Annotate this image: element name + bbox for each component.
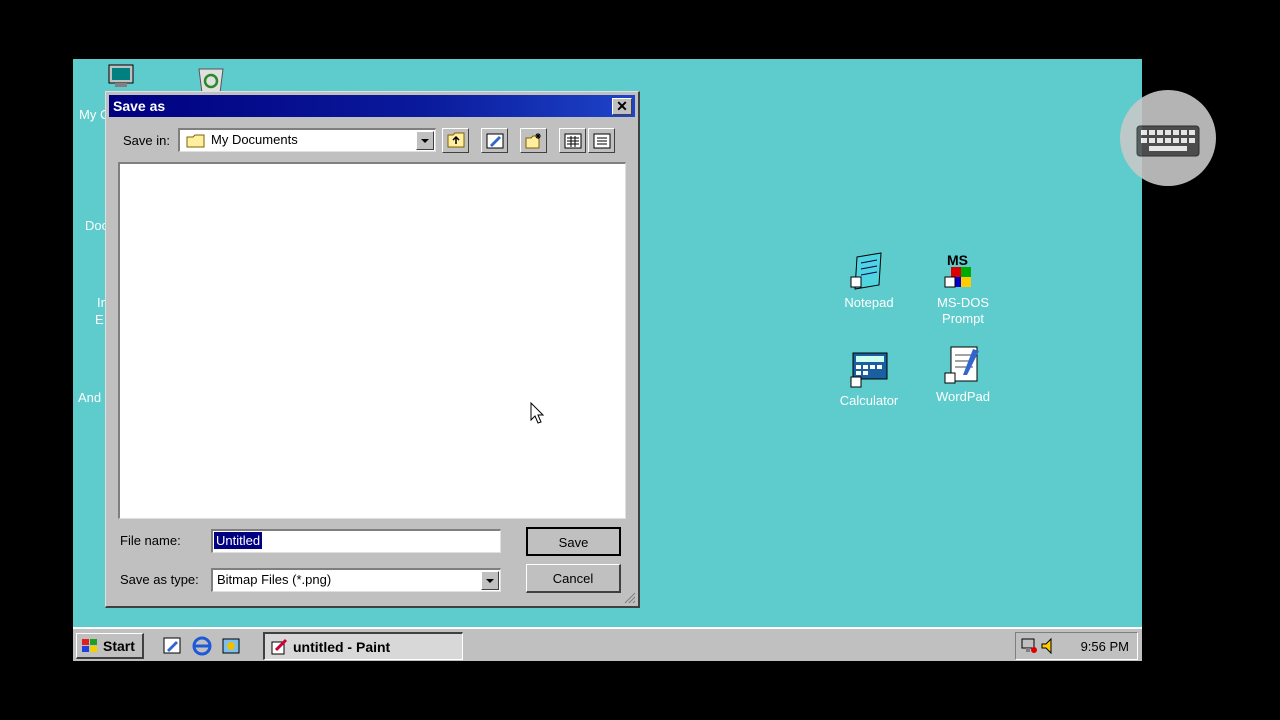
- desktop-icon-label[interactable]: And: [78, 390, 101, 405]
- wordpad-icon: [944, 346, 979, 384]
- volume-icon[interactable]: [1040, 637, 1058, 655]
- desktop: My C Doc In E And Notepad MS MS-DOS Prom…: [73, 59, 1142, 661]
- chevron-down-icon[interactable]: [481, 571, 499, 590]
- resize-grip-icon[interactable]: [624, 592, 636, 604]
- file-name-input[interactable]: Untitled: [211, 529, 501, 553]
- svg-text:MS: MS: [947, 252, 968, 268]
- desktop-button[interactable]: [481, 128, 508, 153]
- network-icon[interactable]: [1021, 637, 1039, 655]
- taskbar: Start untitled - Paint 9:56 PM: [73, 627, 1142, 661]
- new-folder-icon: [525, 133, 541, 149]
- internet-explorer-icon[interactable]: [191, 635, 213, 657]
- desktop-icon: [486, 133, 504, 149]
- details-view-icon: [593, 133, 611, 149]
- recycle-bin-icon[interactable]: [193, 63, 229, 93]
- dialog-title: Save as: [113, 98, 166, 114]
- calculator-label: Calculator: [839, 393, 899, 408]
- ms-dos-label: MS-DOS Prompt: [937, 295, 989, 326]
- notepad-label: Notepad: [844, 295, 894, 310]
- save-in-combobox[interactable]: My Documents: [178, 128, 436, 152]
- calculator-icon: [850, 352, 888, 388]
- new-folder-button[interactable]: [520, 128, 547, 153]
- save-as-type-label: Save as type:: [120, 572, 199, 587]
- save-as-dialog: Save as ✕ Save in: My Documents File nam…: [105, 91, 640, 608]
- system-tray: 9:56 PM: [1015, 632, 1138, 660]
- desktop-icon-label[interactable]: E: [95, 312, 104, 327]
- close-icon: ✕: [616, 98, 628, 114]
- taskbar-item-label: untitled - Paint: [293, 639, 391, 655]
- show-desktop-icon[interactable]: [163, 636, 183, 656]
- keyboard-icon: [1136, 125, 1200, 157]
- save-in-label: Save in:: [123, 133, 170, 148]
- cancel-button[interactable]: Cancel: [526, 564, 621, 593]
- up-one-level-button[interactable]: [442, 128, 469, 153]
- file-name-label: File name:: [120, 533, 181, 548]
- details-view-button[interactable]: [588, 128, 615, 153]
- notepad-shortcut[interactable]: Notepad: [824, 251, 914, 311]
- start-button[interactable]: Start: [76, 633, 144, 659]
- wordpad-label: WordPad: [936, 389, 990, 404]
- my-computer-icon[interactable]: [107, 63, 135, 89]
- close-button[interactable]: ✕: [612, 98, 632, 115]
- mouse-cursor-icon: [530, 402, 545, 424]
- dialog-titlebar[interactable]: Save as ✕: [109, 95, 635, 117]
- calculator-shortcut[interactable]: Calculator: [824, 349, 914, 409]
- save-button[interactable]: Save: [526, 527, 621, 556]
- chevron-down-icon[interactable]: [416, 131, 434, 150]
- taskbar-item-paint[interactable]: untitled - Paint: [263, 632, 463, 660]
- up-one-level-icon: [447, 132, 465, 148]
- list-view-icon: [564, 133, 582, 149]
- file-list[interactable]: [118, 162, 626, 519]
- start-label: Start: [103, 638, 135, 654]
- channels-icon[interactable]: [221, 636, 241, 656]
- save-as-type-combobox[interactable]: Bitmap Files (*.png): [211, 568, 501, 592]
- save-in-value: My Documents: [211, 132, 298, 147]
- ms-dos-shortcut[interactable]: MS MS-DOS Prompt: [918, 251, 1008, 327]
- wordpad-shortcut[interactable]: WordPad: [918, 345, 1008, 405]
- save-as-type-value: Bitmap Files (*.png): [217, 572, 332, 587]
- notepad-icon: [850, 252, 882, 290]
- ms-dos-icon: MS: [944, 252, 971, 288]
- file-name-value: Untitled: [214, 532, 263, 549]
- list-view-button[interactable]: [559, 128, 586, 153]
- windows-logo-icon: [82, 639, 97, 652]
- keyboard-overlay-button[interactable]: [1120, 90, 1216, 186]
- paint-icon: [271, 638, 288, 655]
- folder-icon: [186, 134, 205, 148]
- clock[interactable]: 9:56 PM: [1081, 639, 1129, 654]
